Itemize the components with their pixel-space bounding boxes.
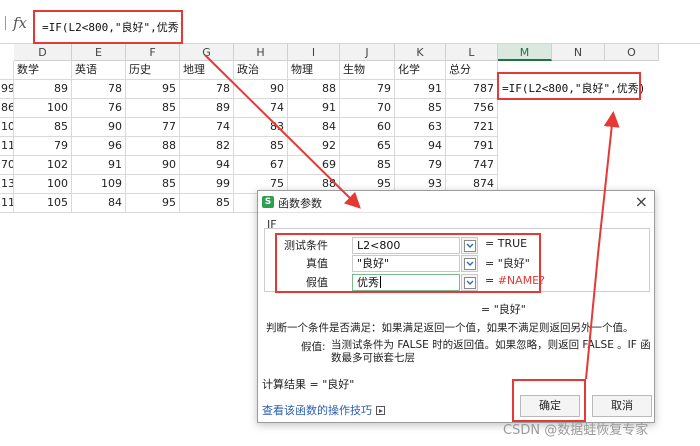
arrow-to-cell <box>585 111 620 380</box>
arrow-to-args <box>204 54 361 209</box>
watermark: CSDN @数据蛙恢复专家 <box>503 423 649 438</box>
annotation-arrows <box>204 54 620 380</box>
